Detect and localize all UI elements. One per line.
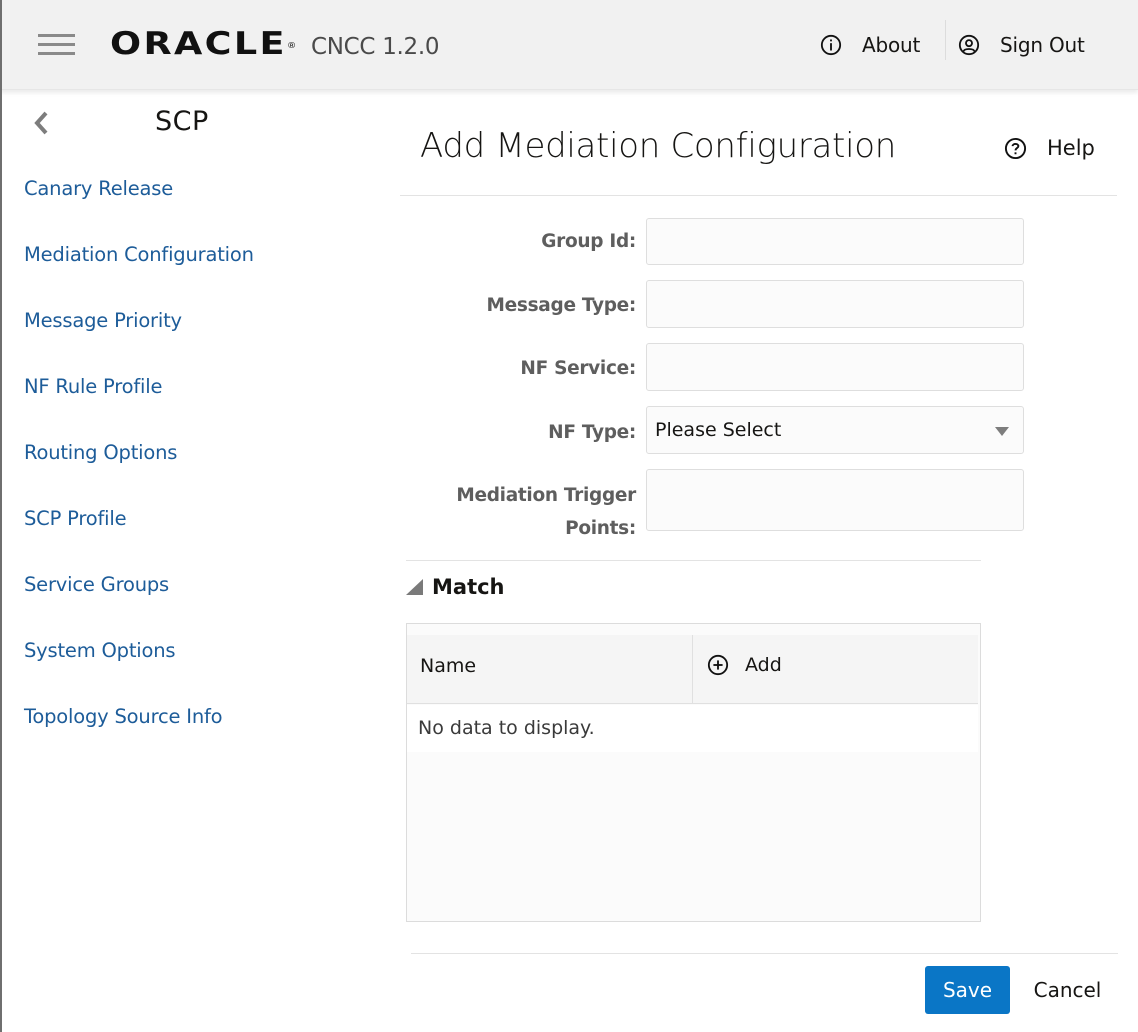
sidebar-nav: Canary Release Mediation Configuration M… <box>24 174 254 768</box>
sign-out-link[interactable]: Sign Out <box>958 30 1085 60</box>
match-table-header: Name Add <box>407 635 978 704</box>
hamburger-icon-bar <box>38 34 75 37</box>
sidebar-item-system-options[interactable]: System Options <box>24 636 254 702</box>
match-table: Name Add No data to display. <box>406 623 981 922</box>
cancel-button[interactable]: Cancel <box>1025 966 1110 1014</box>
mediation-trigger-points-label: Mediation Trigger Points: <box>456 479 636 545</box>
app-version: CNCC 1.2.0 <box>311 34 440 60</box>
add-match-button[interactable]: Add <box>707 654 782 676</box>
footer-divider <box>411 953 1118 954</box>
info-circle-icon <box>820 34 842 56</box>
hamburger-icon-bar <box>38 52 75 55</box>
mediation-trigger-points-input[interactable] <box>646 469 1024 531</box>
label-line-1: Mediation Trigger <box>456 485 636 506</box>
sign-out-label: Sign Out <box>1000 33 1085 57</box>
group-id-row: Group Id: <box>420 218 1024 265</box>
nf-service-label: NF Service: <box>520 358 636 379</box>
help-circle-icon <box>1004 137 1027 159</box>
about-link[interactable]: About <box>820 30 920 60</box>
nf-type-label: NF Type: <box>548 422 636 443</box>
oracle-logo: ORACLE® <box>110 28 299 60</box>
help-label: Help <box>1047 136 1095 160</box>
sidebar-item-mediation-configuration[interactable]: Mediation Configuration <box>24 240 254 306</box>
group-id-input[interactable] <box>646 218 1024 265</box>
sidebar-item-scp-profile[interactable]: SCP Profile <box>24 504 254 570</box>
nf-type-selected-value: Please Select <box>655 419 782 441</box>
column-divider <box>692 635 693 703</box>
nf-type-row: NF Type: Please Select <box>420 406 1024 454</box>
empty-table-row: No data to display. <box>407 705 978 752</box>
window-edge <box>0 0 2 1032</box>
dropdown-caret-icon <box>995 427 1009 436</box>
match-section-toggle[interactable]: Match <box>406 575 505 599</box>
hamburger-icon-bar <box>38 43 75 46</box>
plus-circle-icon <box>707 654 729 676</box>
page-title: Add Mediation Configuration <box>420 126 896 166</box>
user-circle-icon <box>958 34 980 56</box>
empty-message: No data to display. <box>418 717 595 739</box>
message-type-row: Message Type: <box>420 280 1024 328</box>
collapse-triangle-icon <box>406 579 423 595</box>
sidebar-item-routing-options[interactable]: Routing Options <box>24 438 254 504</box>
column-header-name[interactable]: Name <box>420 635 476 697</box>
chevron-left-icon[interactable] <box>32 110 50 136</box>
section-divider <box>406 560 981 561</box>
sidebar-item-service-groups[interactable]: Service Groups <box>24 570 254 636</box>
message-type-input[interactable] <box>646 280 1024 328</box>
sidebar-item-canary-release[interactable]: Canary Release <box>24 174 254 240</box>
nf-service-row: NF Service: <box>420 343 1024 391</box>
registered-mark: ® <box>286 41 299 50</box>
save-button[interactable]: Save <box>925 966 1010 1014</box>
nf-service-input[interactable] <box>646 343 1024 391</box>
header-divider <box>945 20 946 60</box>
sidebar-item-nf-rule-profile[interactable]: NF Rule Profile <box>24 372 254 438</box>
mediation-trigger-points-row: Mediation Trigger Points: <box>420 469 1024 545</box>
message-type-label: Message Type: <box>486 295 637 316</box>
sidebar-title: SCP <box>155 106 209 137</box>
nf-type-select[interactable]: Please Select <box>646 406 1024 454</box>
help-link[interactable]: Help <box>1004 136 1095 160</box>
sidebar-item-message-priority[interactable]: Message Priority <box>24 306 254 372</box>
group-id-label: Group Id: <box>541 231 636 252</box>
match-section-title: Match <box>432 575 505 599</box>
label-line-2: Points: <box>565 518 636 539</box>
app-header: ORACLE® CNCC 1.2.0 About Sign Out <box>0 0 1138 90</box>
add-label: Add <box>745 654 782 676</box>
hamburger-menu-button[interactable] <box>38 34 76 56</box>
about-label: About <box>862 33 921 57</box>
sidebar-item-topology-source-info[interactable]: Topology Source Info <box>24 702 254 768</box>
brand-name: ORACLE <box>110 26 287 62</box>
title-divider <box>400 195 1117 196</box>
